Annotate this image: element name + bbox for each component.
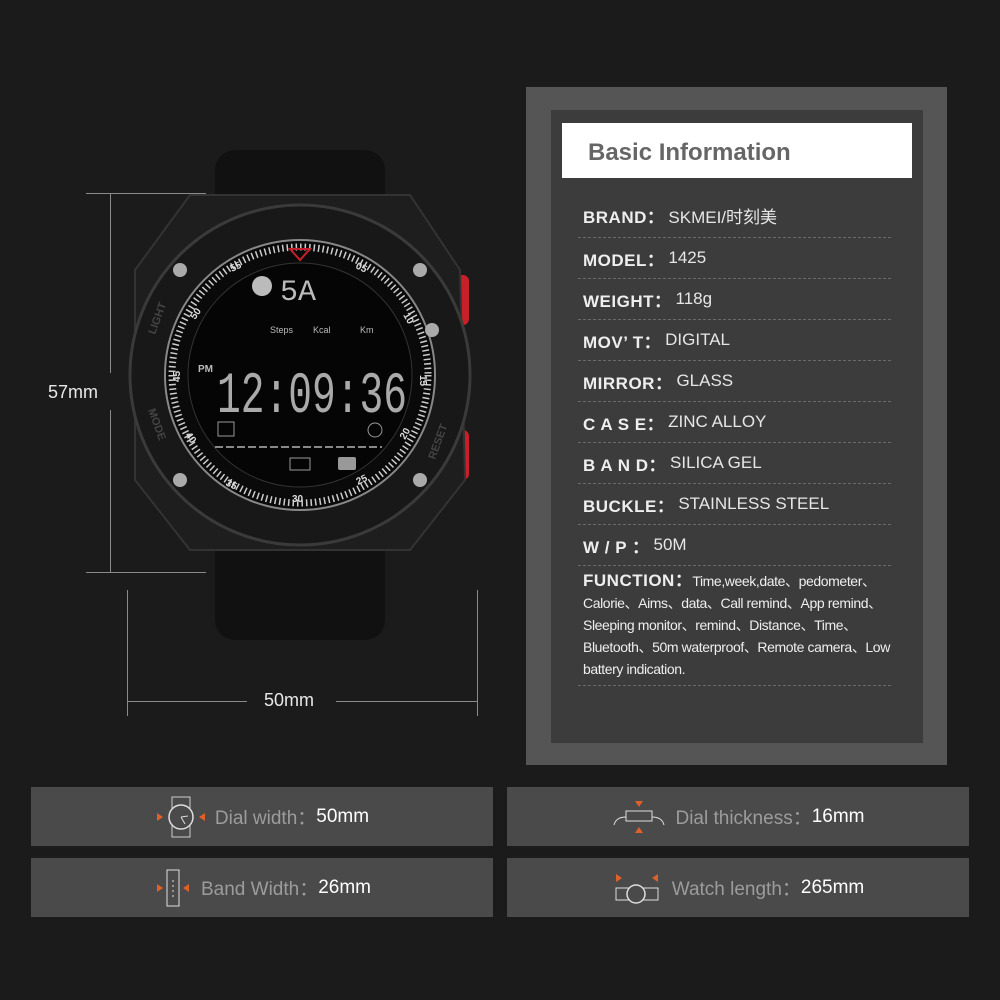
info-value: 1425 bbox=[668, 248, 707, 267]
spec-label: Dial thickness： bbox=[675, 808, 812, 829]
info-key: FUNCTION： bbox=[583, 571, 693, 590]
height-dim-line bbox=[110, 193, 111, 373]
info-row-waterproof: W / P ： 50M bbox=[578, 525, 891, 566]
spec-value: 50mm bbox=[316, 805, 370, 827]
info-row-model: MODEL： 1425 bbox=[578, 238, 891, 279]
watch-top-display: 5A bbox=[280, 276, 316, 310]
info-key: B A N D： bbox=[583, 455, 667, 475]
watch-time: 12:09:36 bbox=[217, 365, 407, 430]
spec-label: Watch length： bbox=[671, 879, 801, 900]
info-key: MODEL： bbox=[583, 250, 665, 270]
info-row-weight: WEIGHT： 118g bbox=[578, 279, 891, 320]
info-key: W / P ： bbox=[583, 537, 650, 557]
info-key: BRAND： bbox=[583, 208, 665, 227]
watch-ampm: PM bbox=[198, 364, 213, 375]
info-key: MOV’ T： bbox=[583, 332, 662, 352]
height-dim-line-lower bbox=[110, 410, 111, 572]
width-dim-label: 50mm bbox=[264, 690, 315, 710]
info-value: SILICA GEL bbox=[670, 453, 762, 472]
info-row-brand: BRAND： SKMEI/时刻美 bbox=[578, 194, 891, 238]
info-value: DIGITAL bbox=[665, 330, 730, 349]
info-key: BUCKLE： bbox=[583, 496, 675, 516]
bezel-number: 30 bbox=[292, 494, 304, 505]
info-row-mirror: MIRROR： GLASS bbox=[578, 361, 891, 402]
spec-band-width: Band Width： 26mm bbox=[31, 858, 493, 917]
info-row-buckle: BUCKLE： STAINLESS STEEL bbox=[578, 484, 891, 525]
info-row-movement: MOV’ T： DIGITAL bbox=[578, 320, 891, 361]
watch-image: 55 05 10 15 20 25 30 35 40 45 50 LIGHT M… bbox=[128, 150, 472, 640]
spec-watch-length: Watch length： 265mm bbox=[507, 858, 969, 917]
bluetooth-icon bbox=[252, 276, 272, 296]
info-row-case: C A S E： ZINC ALLOY bbox=[578, 402, 891, 443]
info-key: WEIGHT： bbox=[583, 291, 672, 311]
info-value: 118g bbox=[675, 289, 713, 308]
spec-value: 26mm bbox=[318, 876, 372, 898]
info-value: SKMEI/时刻美 bbox=[668, 208, 778, 227]
bezel-number: 45 bbox=[172, 370, 183, 382]
spec-dial-thickness: Dial thickness： 16mm bbox=[507, 787, 969, 846]
band-width-icon bbox=[156, 869, 189, 906]
bezel-number: 15 bbox=[417, 375, 428, 387]
info-value: GLASS bbox=[676, 371, 734, 390]
watch-label-km: Km bbox=[360, 325, 374, 335]
watch-label-steps: Steps bbox=[270, 325, 294, 335]
info-value: ZINC ALLOY bbox=[668, 412, 767, 431]
watch-length-icon bbox=[615, 873, 659, 904]
spec-value: 265mm bbox=[800, 876, 865, 898]
info-key: C A S E： bbox=[583, 414, 665, 434]
spec-value: 16mm bbox=[811, 805, 865, 827]
info-value: STAINLESS STEEL bbox=[678, 494, 830, 513]
spec-dial-width: Dial width： 50mm bbox=[31, 787, 493, 846]
camera-icon bbox=[338, 457, 356, 470]
info-key: MIRROR： bbox=[583, 373, 673, 393]
dial-width-icon bbox=[156, 796, 205, 837]
info-row-function: FUNCTION：Time,week,date、pedometer、Calori… bbox=[578, 570, 891, 686]
watch-label-kcal: Kcal bbox=[313, 325, 331, 335]
width-dim-line-left bbox=[127, 701, 247, 702]
height-dim-label: 57mm bbox=[48, 382, 99, 402]
panel-title: Basic Information bbox=[562, 123, 912, 178]
width-dim-line-right bbox=[336, 701, 477, 702]
spec-label: Band Width： bbox=[200, 879, 319, 900]
spec-label: Dial width： bbox=[214, 808, 317, 829]
dial-thickness-icon bbox=[613, 800, 665, 833]
info-row-band: B A N D： SILICA GEL bbox=[578, 443, 891, 484]
info-value: 50M bbox=[653, 535, 687, 554]
